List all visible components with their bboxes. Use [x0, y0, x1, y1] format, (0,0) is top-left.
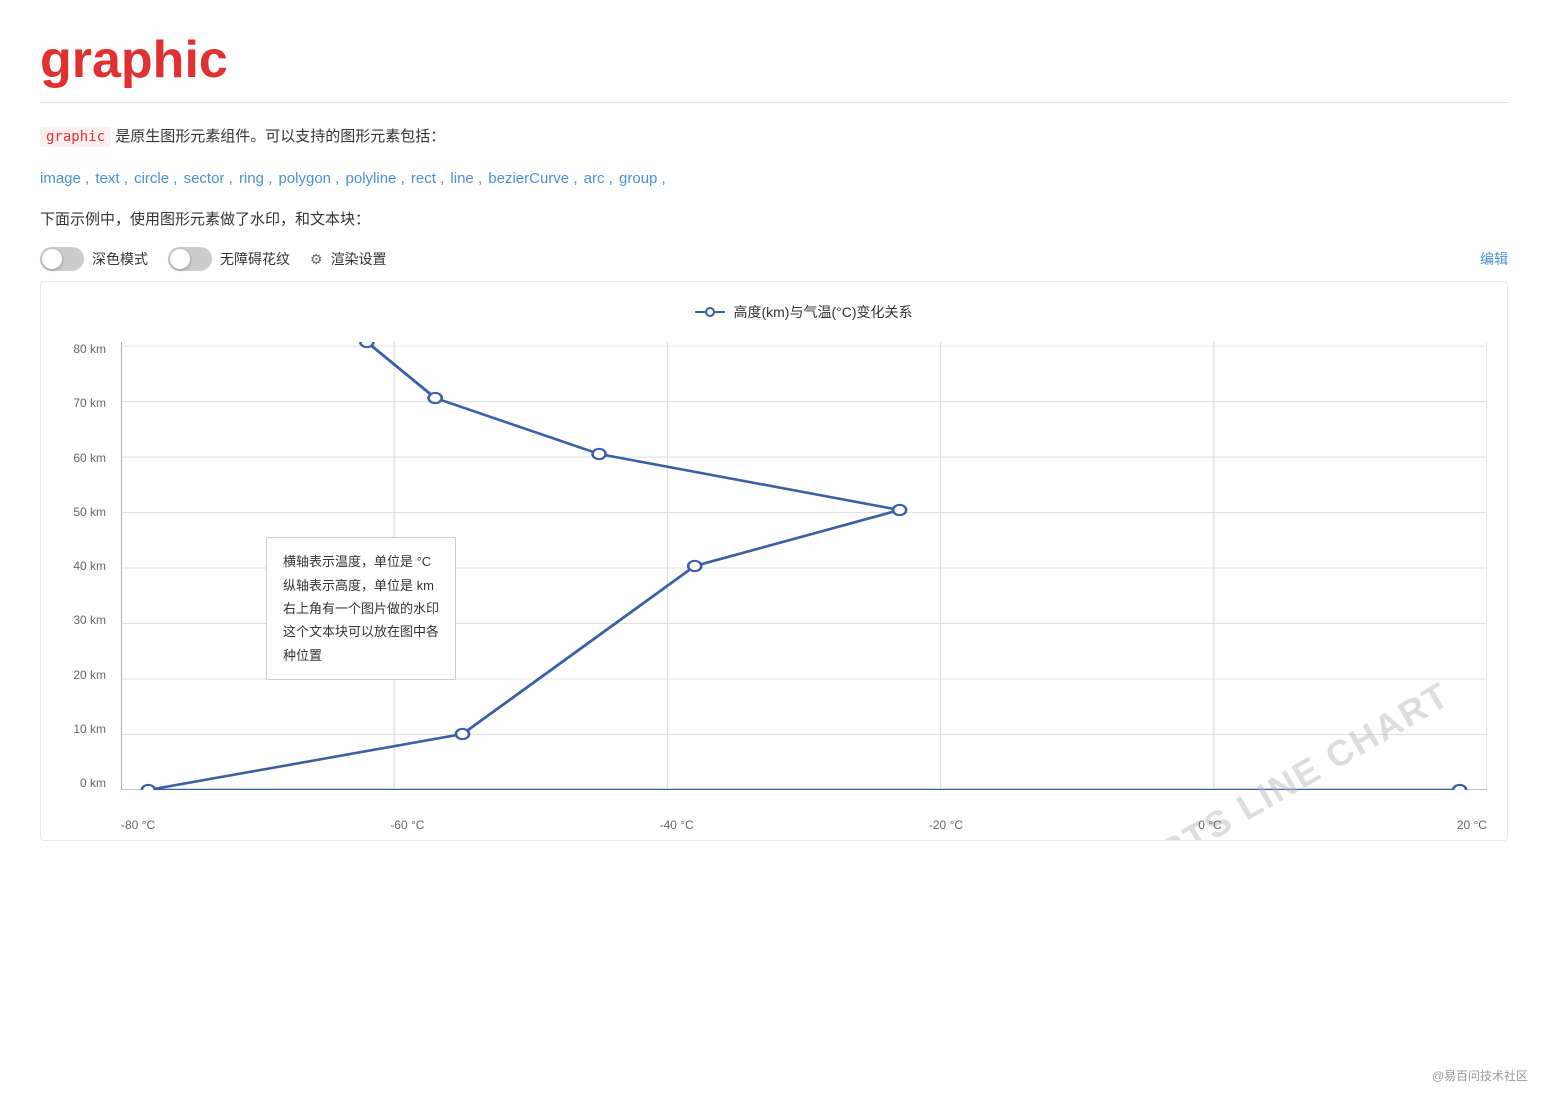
text-block: 横轴表示温度，单位是 °C 纵轴表示高度，单位是 km 右上角有一个图片做的水印… — [266, 537, 456, 680]
dark-mode-toggle-item: 深色模式 — [40, 247, 148, 271]
chart-container: 高度(km)与气温(°C)变化关系 0 km 10 km 20 km 30 km… — [40, 281, 1508, 841]
y-label-80: 80 km — [51, 342, 106, 356]
render-settings-item[interactable]: ⚙ 渲染设置 — [310, 249, 387, 269]
accessibility-toggle[interactable] — [168, 247, 212, 271]
x-label-0: 0 °C — [1198, 818, 1221, 832]
y-label-30: 30 km — [51, 613, 106, 627]
gear-icon: ⚙ — [310, 251, 323, 268]
x-label--60: -60 °C — [390, 818, 424, 832]
y-label-60: 60 km — [51, 451, 106, 465]
text-block-line2: 纵轴表示高度，单位是 km — [283, 574, 439, 597]
text-block-line1: 横轴表示温度，单位是 °C — [283, 550, 439, 573]
dark-mode-toggle[interactable] — [40, 247, 84, 271]
render-label: 渲染设置 — [331, 249, 387, 269]
y-label-0: 0 km — [51, 776, 106, 790]
y-label-10: 10 km — [51, 722, 106, 736]
accessibility-label: 无障碍花纹 — [220, 249, 290, 269]
y-label-50: 50 km — [51, 505, 106, 519]
code-graphic: graphic — [40, 127, 111, 147]
type-list: image , text , circle , sector , ring , … — [40, 164, 1508, 194]
chart-title-text: 高度(km)与气温(°C)变化关系 — [733, 302, 912, 322]
x-label--40: -40 °C — [660, 818, 694, 832]
footer-brand: @易百问技术社区 — [1432, 1067, 1528, 1084]
x-label-20: 20 °C — [1457, 818, 1487, 832]
dark-mode-label: 深色模式 — [92, 249, 148, 269]
x-label--80: -80 °C — [121, 818, 155, 832]
x-axis: -80 °C -60 °C -40 °C -20 °C 0 °C 20 °C — [121, 818, 1487, 832]
accessibility-toggle-item: 无障碍花纹 — [168, 247, 290, 271]
y-axis: 0 km 10 km 20 km 30 km 40 km 50 km 60 km… — [51, 342, 106, 790]
chart-area: ECHARTS LINE CHART 横轴表示温度，单位是 °C 纵轴表示高度，… — [121, 342, 1487, 790]
y-label-40: 40 km — [51, 559, 106, 573]
toolbar: 深色模式 无障碍花纹 ⚙ 渲染设置 编辑 — [40, 247, 1508, 271]
legend-line-svg — [695, 305, 725, 319]
text-block-line4: 这个文本块可以放在图中各 — [283, 620, 439, 643]
text-block-line3: 右上角有一个图片做的水印 — [283, 597, 439, 620]
legend-item — [695, 305, 725, 319]
page-title: graphic — [40, 30, 1508, 90]
x-label--20: -20 °C — [929, 818, 963, 832]
chart-title: 高度(km)与气温(°C)变化关系 — [121, 302, 1487, 322]
subtitle: 下面示例中，使用图形元素做了水印，和文本块： — [40, 208, 1508, 229]
y-label-70: 70 km — [51, 396, 106, 410]
title-divider — [40, 102, 1508, 103]
edit-button[interactable]: 编辑 — [1480, 249, 1508, 269]
text-block-line5: 种位置 — [283, 644, 439, 667]
y-label-20: 20 km — [51, 668, 106, 682]
description: graphic 是原生图形元素组件。可以支持的图形元素包括： — [40, 123, 1508, 150]
